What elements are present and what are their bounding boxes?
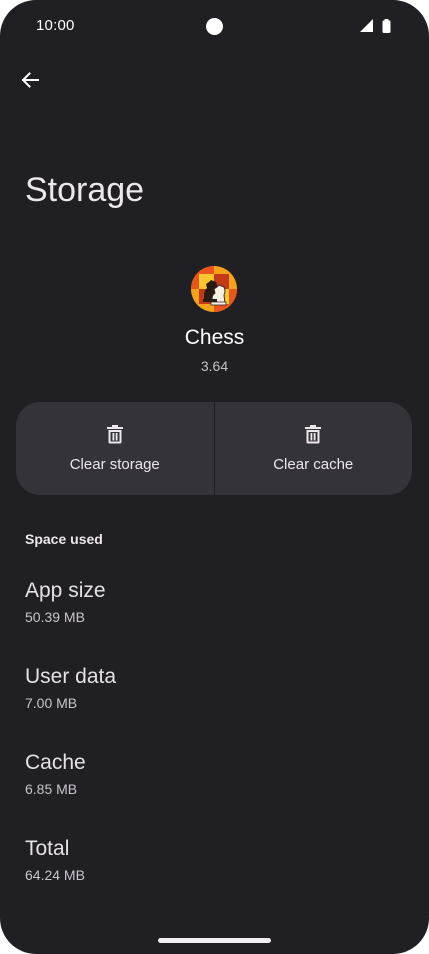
space-used-header: Space used — [25, 531, 103, 547]
storage-row-user-data: User data 7.00 MB — [25, 665, 405, 711]
row-title: App size — [25, 579, 106, 602]
row-value: 7.00 MB — [25, 695, 78, 711]
storage-actions: Clear storage Clear cache — [16, 402, 412, 495]
status-icons — [359, 19, 391, 33]
trash-icon — [304, 424, 322, 448]
row-title: Total — [25, 837, 70, 860]
app-version: 3.64 — [200, 358, 229, 374]
trash-icon — [106, 424, 124, 448]
status-time: 10:00 — [36, 17, 75, 34]
clear-storage-button[interactable]: Clear storage — [16, 402, 214, 495]
home-indicator[interactable] — [158, 938, 271, 943]
page-title: Storage — [25, 171, 145, 209]
battery-icon — [382, 19, 391, 33]
row-value: 64.24 MB — [25, 867, 85, 883]
status-bar: 10:00 — [0, 0, 429, 52]
clear-cache-button[interactable]: Clear cache — [213, 402, 413, 495]
chess-app-icon — [191, 266, 237, 312]
phone-screen: 10:00 Storage Chess 3.64 Clear storage C… — [0, 0, 429, 954]
row-value: 6.85 MB — [25, 781, 78, 797]
storage-row-total: Total 64.24 MB — [25, 837, 405, 883]
app-name: Chess — [184, 326, 245, 349]
clear-cache-label: Clear cache — [273, 456, 354, 473]
back-button[interactable] — [12, 62, 48, 98]
arrow-back-icon — [21, 72, 39, 88]
camera-cutout — [206, 18, 223, 35]
storage-row-app-size: App size 50.39 MB — [25, 579, 405, 625]
clear-storage-label: Clear storage — [69, 456, 160, 473]
row-value: 50.39 MB — [25, 609, 85, 625]
storage-row-cache: Cache 6.85 MB — [25, 751, 405, 797]
row-title: User data — [25, 665, 117, 688]
row-title: Cache — [25, 751, 86, 774]
signal-icon — [359, 19, 373, 32]
